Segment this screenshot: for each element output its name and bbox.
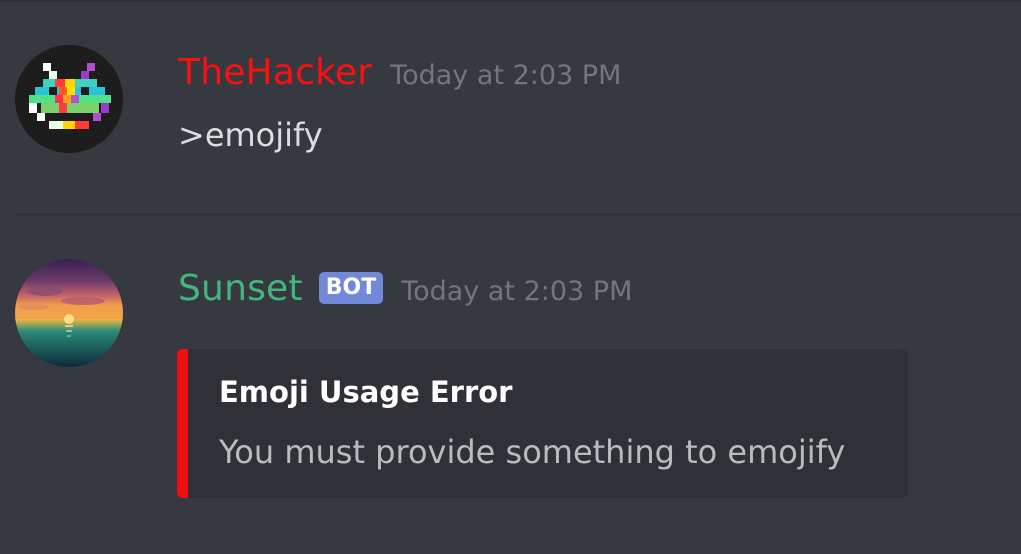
embed-description: You must provide something to emojify [219, 433, 846, 471]
timestamp: Today at 2:03 PM [401, 276, 633, 307]
timestamp: Today at 2:03 PM [390, 60, 622, 91]
username[interactable]: TheHacker [178, 52, 372, 93]
message-thehacker: TheHacker Today at 2:03 PM >emojify [0, 0, 1021, 214]
embed-title: Emoji Usage Error [219, 375, 513, 409]
bot-badge: BOT [318, 271, 384, 304]
message-header: TheHacker Today at 2:03 PM [178, 52, 621, 93]
sunset-avatar[interactable] [15, 259, 123, 367]
message-content: >emojify [178, 116, 323, 154]
sunset-icon [15, 259, 123, 367]
space-invader-icon [15, 45, 123, 153]
message-header: Sunset BOT Today at 2:03 PM [178, 268, 632, 309]
error-embed: Emoji Usage Error You must provide somet… [177, 349, 908, 498]
message-divider [16, 213, 1021, 216]
message-sunset: Sunset BOT Today at 2:03 PM Emoji Usage … [0, 217, 1021, 554]
chat-messages: TheHacker Today at 2:03 PM >emojify Suns… [0, 0, 1021, 554]
space-invader-avatar[interactable] [15, 45, 123, 153]
username[interactable]: Sunset [178, 268, 303, 309]
